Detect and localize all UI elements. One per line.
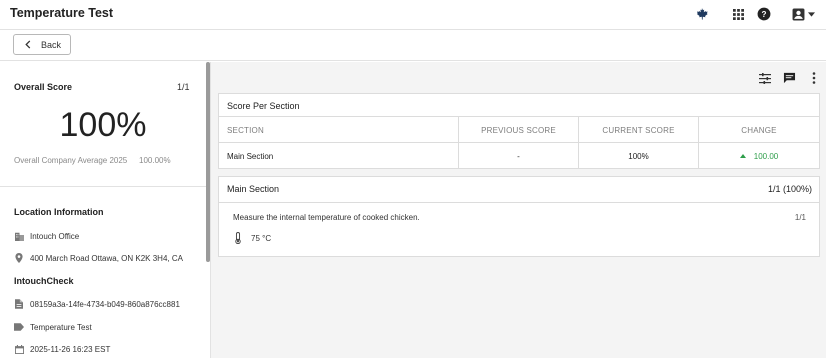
- account-icon: [792, 8, 804, 20]
- building-icon: [14, 231, 24, 241]
- help-icon[interactable]: ?: [755, 5, 773, 23]
- back-button[interactable]: Back: [13, 34, 71, 55]
- more-options-icon[interactable]: [807, 71, 821, 85]
- check-id-row: 08159a3a-14fe-4734-b049-860a876cc881: [14, 299, 180, 309]
- divider: [219, 202, 819, 203]
- filter-settings-icon[interactable]: [758, 71, 772, 85]
- cell-section: Main Section: [219, 143, 459, 169]
- check-heading: IntouchCheck: [14, 276, 74, 286]
- location-address-row: 400 March Road Ottawa, ON K2K 3H4, CA: [14, 253, 183, 263]
- check-id: 08159a3a-14fe-4734-b049-860a876cc881: [30, 299, 180, 309]
- location-address: 400 March Road Ottawa, ON K2K 3H4, CA: [30, 253, 183, 263]
- maple-leaf-icon[interactable]: [693, 5, 711, 23]
- main-section-score: 1/1 (100%): [767, 184, 812, 194]
- arrow-up-icon: [739, 154, 746, 158]
- column-header-change: CHANGE: [741, 125, 777, 135]
- location-heading: Location Information: [14, 207, 104, 217]
- main-section-card: Main Section 1/1 (100%) Measure the inte…: [218, 176, 820, 257]
- check-name: Temperature Test: [30, 322, 92, 332]
- page-title: Temperature Test: [10, 6, 114, 20]
- cell-previous-score: -: [459, 143, 579, 169]
- change-number: 100.00: [753, 151, 779, 161]
- column-header-section: SECTION: [219, 117, 459, 143]
- company-average-label: Overall Company Average 2025: [14, 156, 128, 165]
- column-header-current: CURRENT SCORE: [579, 117, 699, 143]
- answer-row: 75 °C: [233, 232, 271, 244]
- main-section-title: Main Section: [227, 184, 280, 194]
- thermometer-icon: [233, 232, 243, 244]
- overall-score-percent: 100%: [59, 106, 147, 144]
- cell-current-score: 100%: [579, 143, 699, 169]
- location-name: Intouch Office: [30, 231, 80, 241]
- label-icon: [14, 322, 24, 332]
- account-menu[interactable]: [790, 5, 816, 23]
- answer-value: 75 °C: [251, 233, 272, 243]
- question-score: 1/1: [794, 213, 806, 222]
- calendar-icon: [14, 344, 24, 354]
- divider: [0, 186, 206, 187]
- score-per-section-title: Score Per Section: [227, 101, 300, 111]
- apps-grid-icon[interactable]: [729, 5, 747, 23]
- scrollbar[interactable]: [206, 62, 210, 262]
- column-header-previous: PREVIOUS SCORE: [459, 117, 579, 143]
- cell-change: 100.00: [699, 143, 819, 169]
- score-table: SECTION PREVIOUS SCORE CURRENT SCORE CHA…: [219, 116, 819, 169]
- company-average-value: 100.00%: [139, 156, 171, 165]
- check-name-row: Temperature Test: [14, 322, 92, 332]
- location-name-row: Intouch Office: [14, 231, 79, 241]
- caret-down-icon: [807, 11, 815, 17]
- comment-icon[interactable]: [782, 71, 796, 85]
- back-label: Back: [41, 39, 62, 50]
- svg-text:?: ?: [762, 10, 767, 19]
- chevron-left-icon: [25, 40, 31, 49]
- sub-bar: [0, 30, 826, 61]
- table-row[interactable]: Main Section - 100% 100.00: [219, 143, 819, 169]
- overall-score-label: Overall Score: [14, 82, 73, 92]
- check-datetime: 2025-11-26 16:23 EST: [30, 344, 111, 354]
- table-header-row: SECTION PREVIOUS SCORE CURRENT SCORE CHA…: [219, 117, 819, 143]
- question-text: Measure the internal temperature of cook…: [233, 213, 420, 222]
- map-pin-icon: [14, 253, 24, 263]
- document-icon: [14, 299, 24, 309]
- check-datetime-row: 2025-11-26 16:23 EST: [14, 344, 110, 354]
- change-value: 100.00: [739, 151, 779, 161]
- score-per-section-card: Score Per Section SECTION PREVIOUS SCORE…: [218, 93, 820, 169]
- overall-score-fraction: 1/1: [177, 82, 190, 92]
